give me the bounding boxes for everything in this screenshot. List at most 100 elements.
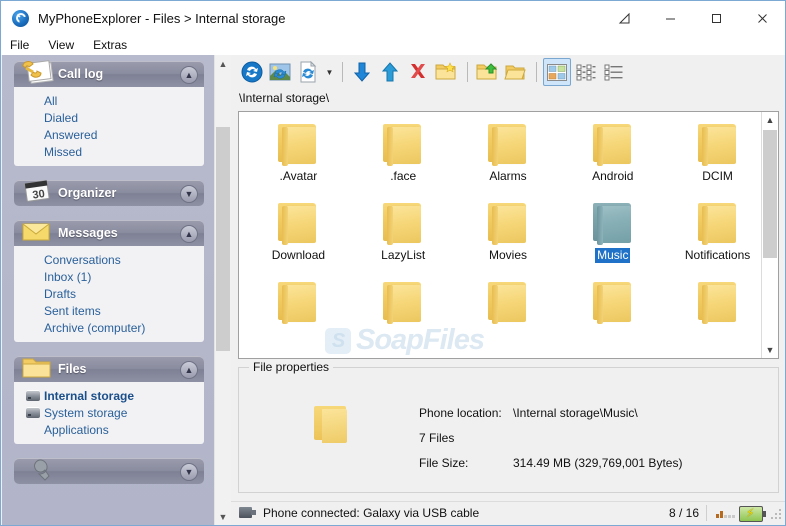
sidebar-item-applications[interactable]: Applications bbox=[14, 421, 204, 438]
panel-header-organizer[interactable]: 30 Organizer ▼ bbox=[14, 180, 204, 206]
sidebar-panel-tools: ▼ bbox=[14, 458, 204, 484]
sidebar-item-answered[interactable]: Answered bbox=[14, 126, 204, 143]
maximize-button[interactable] bbox=[693, 1, 739, 35]
panel-title-messages: Messages bbox=[58, 226, 118, 240]
sidebar-item-conversations[interactable]: Conversations bbox=[14, 251, 204, 268]
chevron-down-icon-organizer[interactable]: ▼ bbox=[180, 185, 198, 203]
sidebar-item-inbox[interactable]: Inbox (1) bbox=[14, 268, 204, 285]
scroll-up-icon[interactable]: ▲ bbox=[215, 55, 231, 72]
sync-button[interactable] bbox=[239, 59, 265, 85]
file-item-selected[interactable]: Music bbox=[567, 201, 658, 263]
file-item[interactable] bbox=[358, 280, 449, 324]
scroll-down-icon[interactable]: ▼ bbox=[762, 342, 778, 358]
window-title: MyPhoneExplorer - Files > Internal stora… bbox=[38, 10, 286, 26]
view-list-button[interactable] bbox=[601, 59, 627, 85]
file-item[interactable]: .face bbox=[358, 122, 449, 184]
scroll-up-icon[interactable]: ▲ bbox=[762, 112, 778, 128]
file-label-selected: Music bbox=[595, 248, 631, 263]
property-value: \Internal storage\Music\ bbox=[513, 406, 638, 420]
file-item[interactable] bbox=[463, 280, 554, 324]
file-list-scroll-thumb[interactable] bbox=[763, 130, 777, 258]
download-button[interactable] bbox=[349, 59, 375, 85]
sidebar-item-sent-items[interactable]: Sent items bbox=[14, 302, 204, 319]
panel-body-files: Internal storage System storage Applicat… bbox=[14, 382, 204, 444]
title-bar: MyPhoneExplorer - Files > Internal stora… bbox=[1, 1, 785, 35]
property-value: 314.49 MB (329,769,001 Bytes) bbox=[513, 456, 683, 470]
window-controls bbox=[601, 1, 785, 35]
file-row: .Avatar .face Alarms Android DCIM bbox=[239, 122, 763, 184]
toolbar-separator bbox=[536, 62, 537, 82]
file-item[interactable]: LazyList bbox=[358, 201, 449, 263]
delete-button[interactable] bbox=[405, 59, 431, 85]
panel-title-call-log: Call log bbox=[58, 67, 104, 81]
file-grid: .Avatar .face Alarms Android DCIM Downlo… bbox=[239, 112, 763, 324]
sidebar-item-internal-storage[interactable]: Internal storage bbox=[14, 387, 204, 404]
refresh-file-button[interactable] bbox=[295, 59, 321, 85]
file-item[interactable]: .Avatar bbox=[253, 122, 344, 184]
file-item[interactable]: Movies bbox=[463, 201, 554, 263]
sidebar-item-missed[interactable]: Missed bbox=[14, 143, 204, 160]
property-row-size: File Size: 314.49 MB (329,769,001 Bytes) bbox=[419, 456, 682, 470]
folder-icon bbox=[19, 352, 57, 382]
new-folder-button[interactable] bbox=[433, 59, 459, 85]
folder-icon bbox=[487, 201, 528, 245]
file-properties-rows: Phone location: \Internal storage\Music\… bbox=[419, 406, 682, 481]
file-label: Notifications bbox=[684, 248, 751, 262]
menu-bar: File View Extras bbox=[1, 35, 785, 55]
panel-body-messages: Conversations Inbox (1) Drafts Sent item… bbox=[14, 246, 204, 342]
up-folder-button[interactable] bbox=[502, 59, 528, 85]
close-button[interactable] bbox=[739, 1, 785, 35]
refresh-phone-button[interactable] bbox=[267, 59, 293, 85]
file-label: Android bbox=[592, 169, 634, 183]
view-thumbnails-button[interactable] bbox=[543, 58, 571, 86]
sidebar-item-archive[interactable]: Archive (computer) bbox=[14, 319, 204, 336]
chevron-up-icon-messages[interactable]: ▲ bbox=[180, 225, 198, 243]
restore-down-button[interactable] bbox=[601, 1, 647, 35]
toolbar: ▼ bbox=[231, 55, 785, 89]
sidebar-item-drafts[interactable]: Drafts bbox=[14, 285, 204, 302]
menu-item-view[interactable]: View bbox=[48, 38, 74, 52]
path-bar[interactable]: \Internal storage\ bbox=[239, 91, 779, 109]
panel-header-messages[interactable]: Messages ▲ bbox=[14, 220, 204, 246]
open-folder-button[interactable] bbox=[474, 59, 500, 85]
panel-header-tools[interactable]: ▼ bbox=[14, 458, 204, 484]
chevron-up-icon-files[interactable]: ▲ bbox=[180, 361, 198, 379]
scroll-down-icon[interactable]: ▼ bbox=[215, 508, 231, 525]
file-item[interactable] bbox=[253, 280, 344, 324]
file-list-scrollbar[interactable]: ▲ ▼ bbox=[761, 112, 778, 358]
file-item[interactable] bbox=[672, 280, 763, 324]
view-tiles-button[interactable] bbox=[573, 59, 599, 85]
sidebar-item-dialed[interactable]: Dialed bbox=[14, 109, 204, 126]
sidebar-item-system-storage[interactable]: System storage bbox=[14, 404, 204, 421]
sidebar-scroll-thumb[interactable] bbox=[216, 127, 230, 351]
menu-item-file[interactable]: File bbox=[10, 38, 29, 52]
resize-grip-icon[interactable] bbox=[770, 508, 782, 520]
usb-cable-icon bbox=[239, 507, 256, 518]
file-list-area[interactable]: S SoapFiles .Avatar .face Alarms Android… bbox=[238, 111, 779, 359]
chevron-down-icon-tools[interactable]: ▼ bbox=[180, 463, 198, 481]
sidebar-panel-organizer: 30 Organizer ▼ bbox=[14, 180, 204, 206]
caret-down-icon[interactable]: ▼ bbox=[323, 59, 336, 85]
drive-icon bbox=[26, 390, 40, 401]
upload-button[interactable] bbox=[377, 59, 403, 85]
folder-icon bbox=[278, 122, 318, 166]
property-label: 7 Files bbox=[419, 431, 455, 445]
status-text: Phone connected: Galaxy via USB cable bbox=[263, 505, 480, 520]
file-item[interactable]: Notifications bbox=[672, 201, 763, 263]
file-item[interactable]: DCIM bbox=[672, 122, 763, 184]
properties-folder-icon bbox=[314, 404, 350, 444]
watermark-badge: S bbox=[325, 328, 351, 355]
sidebar-item-all[interactable]: All bbox=[14, 92, 204, 109]
file-item[interactable]: Download bbox=[253, 201, 344, 263]
folder-icon bbox=[697, 201, 738, 245]
folder-icon bbox=[697, 280, 738, 324]
panel-header-files[interactable]: Files ▲ bbox=[14, 356, 204, 382]
file-item[interactable] bbox=[567, 280, 658, 324]
sidebar-scrollbar[interactable]: ▲ ▼ bbox=[214, 55, 231, 525]
panel-header-call-log[interactable]: Call log ▲ bbox=[14, 60, 204, 87]
file-item[interactable]: Alarms bbox=[463, 122, 554, 184]
menu-item-extras[interactable]: Extras bbox=[93, 38, 127, 52]
file-item[interactable]: Android bbox=[567, 122, 658, 184]
chevron-up-icon-call-log[interactable]: ▲ bbox=[180, 66, 198, 84]
minimize-button[interactable] bbox=[647, 1, 693, 35]
